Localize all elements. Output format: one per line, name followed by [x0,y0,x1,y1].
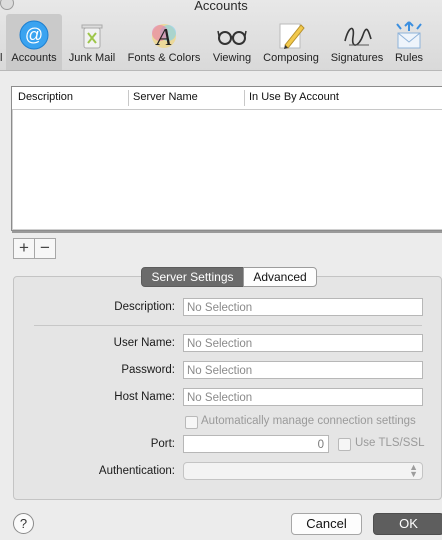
rules-envelope-icon [396,21,422,49]
tab-viewing[interactable]: Viewing [208,14,256,70]
tab-fonts-colors[interactable]: A Fonts & Colors [122,14,206,70]
tab-accounts[interactable]: @ Accounts [6,14,62,70]
signature-icon [344,27,372,46]
port-label: Port: [150,438,175,450]
column-description[interactable]: Description [18,91,73,103]
tab-junk-mail-label: Junk Mail [68,52,116,64]
font-a-icon: A [152,24,176,51]
svg-text:A: A [155,25,172,51]
tls-checkbox[interactable] [338,438,351,451]
tab-junk-mail[interactable]: Junk Mail [64,14,120,70]
window-title: Accounts [194,0,248,13]
password-field[interactable]: No Selection [183,361,423,379]
column-in-use-by-account[interactable]: In Use By Account [249,91,339,103]
tab-signatures[interactable]: Signatures [326,14,388,70]
column-divider [128,90,129,106]
toolbar-left-stub: l [0,52,3,64]
glasses-icon [217,30,247,45]
authentication-label: Authentication: [98,465,175,477]
pencil-icon [279,23,305,49]
at-sign-icon: @ [19,20,49,50]
username-field[interactable]: No Selection [183,334,423,352]
tab-rules[interactable]: Rules [390,14,428,70]
authentication-popup[interactable]: ▲ ▼ [183,462,423,480]
tab-rules-label: Rules [394,52,424,64]
table-bottom-border [12,231,442,233]
description-field[interactable]: No Selection [183,298,423,316]
toolbar: Accounts l @ Accounts Junk Mail A Fonts … [0,0,442,71]
svg-text:@: @ [25,25,43,45]
ok-button[interactable]: OK [373,513,442,535]
port-field[interactable]: 0 [183,435,329,453]
column-server-name[interactable]: Server Name [133,91,198,103]
tab-accounts-label: Accounts [11,52,57,64]
column-divider [244,90,245,106]
auto-manage-checkbox[interactable] [185,416,198,429]
tab-advanced[interactable]: Advanced [243,267,317,287]
accounts-table[interactable]: Description Server Name In Use By Accoun… [11,86,442,233]
hostname-label: Host Name: [114,391,175,403]
tab-server-settings[interactable]: Server Settings [141,267,244,287]
add-account-button[interactable]: + [13,238,35,259]
tab-composing[interactable]: Composing [258,14,324,70]
help-button[interactable]: ? [13,513,34,534]
username-label: User Name: [113,337,175,349]
tab-fonts-colors-label: Fonts & Colors [127,52,201,64]
hostname-field[interactable]: No Selection [183,388,423,406]
trash-icon [81,24,103,49]
tab-composing-label: Composing [263,52,319,64]
form-divider [34,325,422,326]
remove-account-button[interactable]: − [34,238,56,259]
password-label: Password: [121,364,175,376]
tab-signatures-label: Signatures [330,52,384,64]
tab-viewing-label: Viewing [212,52,252,64]
table-header: Description Server Name In Use By Accoun… [12,87,442,110]
description-label: Description: [114,301,175,313]
tls-label: Use TLS/SSL [355,437,425,449]
auto-manage-label: Automatically manage connection settings [201,415,416,427]
popup-arrows-icon: ▲ ▼ [409,462,418,479]
cancel-button[interactable]: Cancel [291,513,362,535]
